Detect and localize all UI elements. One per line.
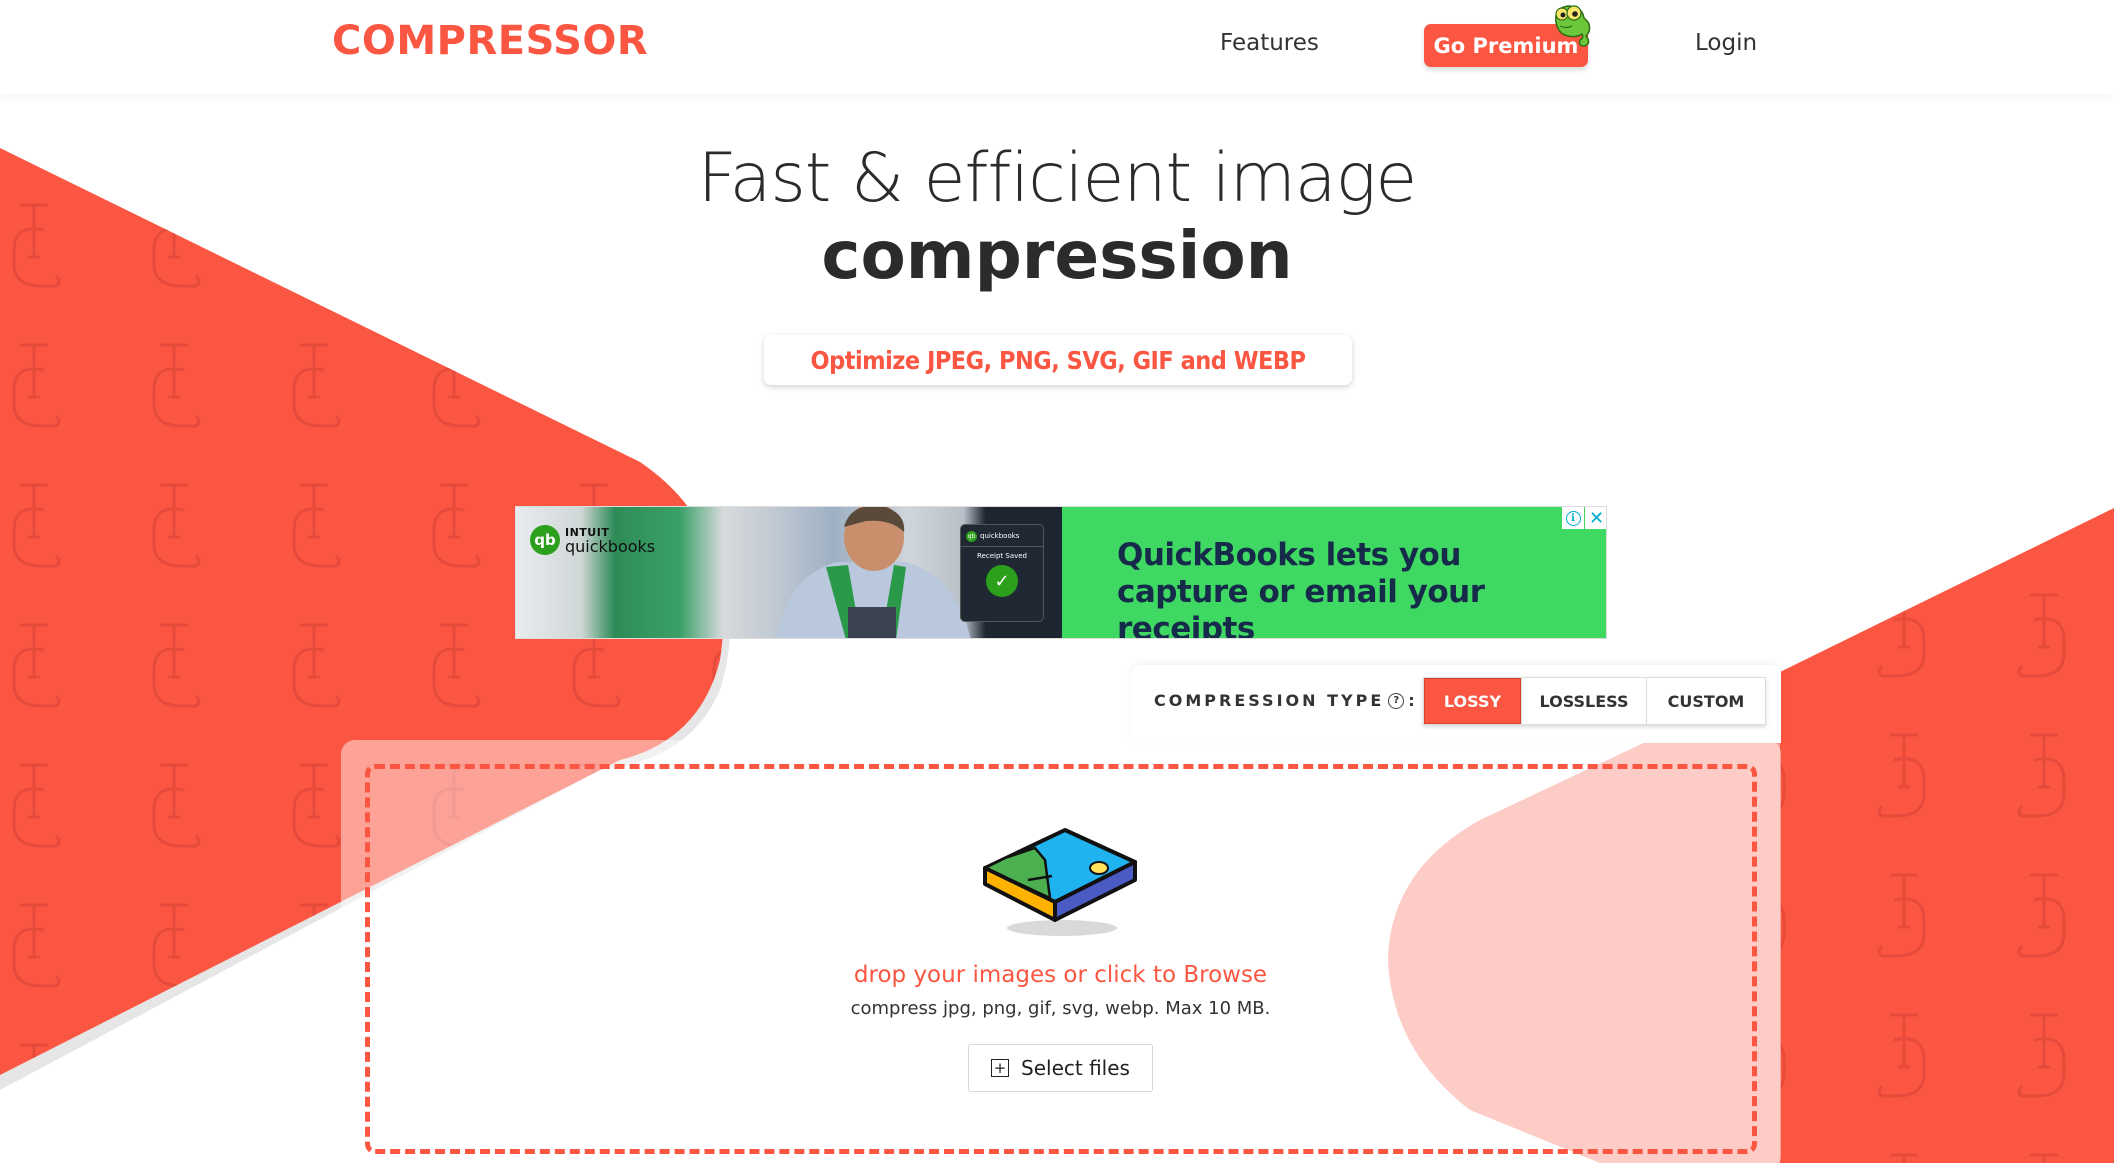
- ad-banner[interactable]: qb INTUIT quickbooks qb quickbooks Recei…: [515, 506, 1607, 639]
- ad-quickbooks-logo: qb INTUIT quickbooks: [530, 525, 655, 555]
- ad-brand-bottom: quickbooks: [565, 537, 656, 556]
- hero-title-line1: Fast & efficient image: [697, 139, 1417, 218]
- compression-lossy-button[interactable]: LOSSY: [1424, 678, 1522, 724]
- logo[interactable]: COMPRESSOR: [332, 18, 648, 64]
- quickbooks-logo-icon: qb: [530, 525, 560, 555]
- help-icon[interactable]: ?: [1388, 692, 1405, 709]
- nav-login-link[interactable]: Login: [1695, 30, 1757, 56]
- hero-title-line2: compression: [821, 217, 1293, 294]
- receipt-saved-label: Receipt Saved: [977, 552, 1027, 560]
- chameleon-mascot-icon: [1555, 5, 1591, 47]
- checkmark-icon: ✓: [986, 565, 1018, 597]
- nav-features-link[interactable]: Features: [1220, 30, 1319, 56]
- ad-close-icon[interactable]: ✕: [1585, 507, 1606, 529]
- ad-headline: QuickBooks lets you capture or email you…: [1117, 537, 1485, 639]
- logo-text: COMPRESSOR: [332, 18, 649, 64]
- select-files-button[interactable]: + Select files: [968, 1044, 1153, 1092]
- hero-heading: Fast & efficient image compression: [0, 138, 2114, 292]
- compression-type-toggle: LOSSY LOSSLESS CUSTOM: [1423, 677, 1766, 725]
- select-files-label: Select files: [1021, 1056, 1130, 1080]
- ad-person-image: [776, 507, 971, 638]
- formats-tagline: Optimize JPEG, PNG, SVG, GIF and WEBP: [764, 335, 1352, 385]
- quickbooks-mini-logo-icon: qb: [966, 531, 977, 542]
- drop-zone-subtitle: compress jpg, png, gif, svg, webp. Max 1…: [850, 998, 1271, 1019]
- ad-receipt-card: qb quickbooks Receipt Saved ✓: [960, 524, 1044, 622]
- drop-zone-title[interactable]: drop your images or click to Browse: [0, 962, 2114, 988]
- image-upload-illustration-icon: [983, 828, 1137, 936]
- receipt-card-brand: quickbooks: [980, 532, 1020, 540]
- compression-type-label: COMPRESSION TYPE ? :: [1154, 691, 1418, 710]
- compression-custom-button[interactable]: CUSTOM: [1647, 678, 1765, 724]
- ad-photo: qb INTUIT quickbooks qb quickbooks Recei…: [516, 507, 1062, 638]
- ad-info-icon[interactable]: i: [1562, 507, 1584, 529]
- compression-lossless-button[interactable]: LOSSLESS: [1522, 678, 1647, 724]
- page: COMPRESSOR Features Go Premium Login Fas…: [0, 0, 2114, 1163]
- plus-square-icon: +: [991, 1059, 1010, 1077]
- site-header: COMPRESSOR Features Go Premium Login: [0, 0, 2114, 94]
- ad-text-panel: QuickBooks lets you capture or email you…: [1062, 507, 1606, 639]
- compression-type-panel: COMPRESSION TYPE ? : LOSSY LOSSLESS CUST…: [1131, 665, 1781, 743]
